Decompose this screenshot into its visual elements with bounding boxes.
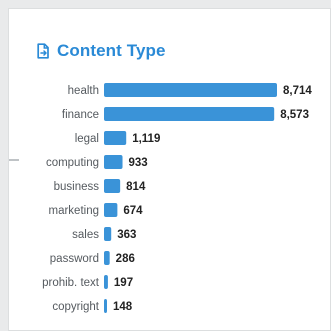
- category-label: business: [54, 181, 100, 193]
- value-label: 8,573: [280, 109, 309, 121]
- content-type-card: Content Type health 8,714 finance 8,573 lega…: [8, 8, 331, 331]
- content-type-bar-chart: health 8,714 finance 8,573 legal 1,119 computi…: [42, 83, 312, 313]
- value-label: 674: [123, 205, 143, 217]
- value-label: 1,119: [132, 133, 160, 145]
- bar-business[interactable]: [104, 179, 121, 193]
- bar-marketing[interactable]: [104, 203, 118, 217]
- category-label: legal: [75, 133, 99, 145]
- bar-health[interactable]: [104, 83, 277, 97]
- category-label: marketing: [49, 205, 100, 217]
- bar-sales[interactable]: [104, 227, 112, 241]
- category-label: copyright: [52, 301, 99, 313]
- value-label: 933: [129, 157, 148, 169]
- value-label: 814: [126, 181, 146, 193]
- bar-copyright[interactable]: [104, 299, 107, 313]
- category-label: password: [50, 253, 99, 265]
- value-label: 286: [116, 253, 135, 265]
- bar-legal[interactable]: [104, 131, 127, 145]
- bar-prohib-text[interactable]: [104, 275, 108, 289]
- value-label: 148: [113, 301, 133, 313]
- bar-password[interactable]: [104, 251, 110, 265]
- category-label: computing: [46, 157, 99, 169]
- value-label: 363: [117, 229, 136, 241]
- value-label: 8,714: [283, 85, 312, 97]
- category-label: prohib. text: [42, 277, 100, 289]
- category-label: health: [68, 85, 99, 97]
- bar-finance[interactable]: [104, 107, 275, 121]
- bar-computing[interactable]: [104, 155, 123, 169]
- category-label: finance: [62, 109, 99, 121]
- value-label: 197: [114, 277, 133, 289]
- category-label: sales: [72, 229, 99, 241]
